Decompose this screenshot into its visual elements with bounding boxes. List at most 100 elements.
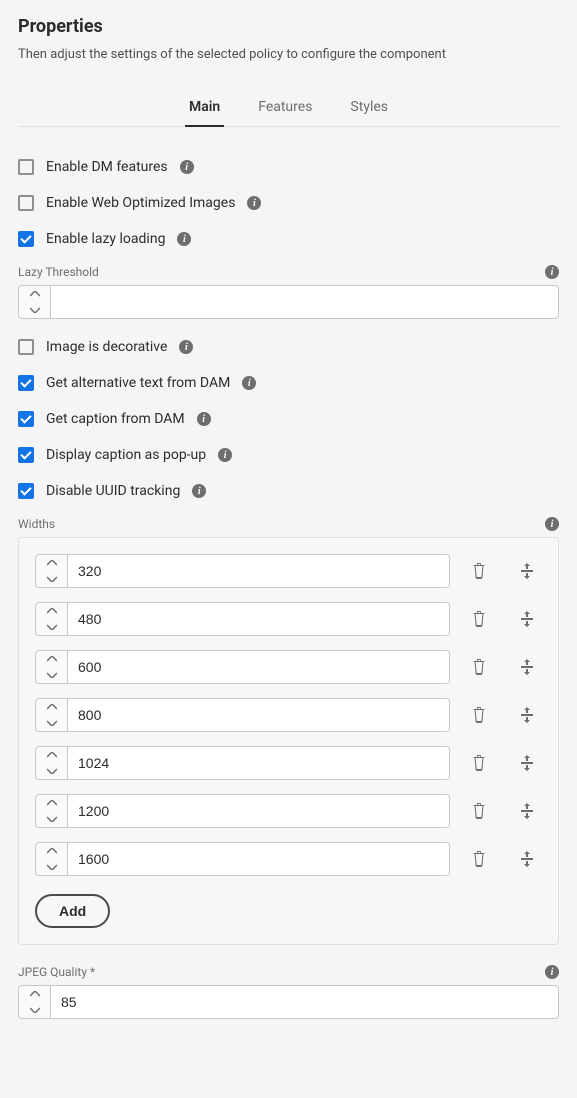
delete-button[interactable]: [470, 754, 488, 772]
stepper-up-button[interactable]: [36, 603, 67, 619]
jpeg-quality-input[interactable]: [50, 985, 559, 1019]
info-icon[interactable]: i: [197, 412, 211, 426]
reorder-button[interactable]: [518, 562, 536, 580]
info-icon[interactable]: i: [545, 517, 559, 531]
tab-main[interactable]: Main: [185, 91, 224, 127]
chevron-up-icon: [47, 656, 57, 662]
info-icon[interactable]: i: [177, 232, 191, 246]
stepper-up-button[interactable]: [36, 651, 67, 667]
widths-label: Widths: [18, 517, 55, 531]
stepper-down-button[interactable]: [36, 667, 67, 683]
width-stepper: [35, 554, 450, 588]
stepper-buttons: [35, 650, 67, 684]
chevron-up-icon: [47, 704, 57, 710]
stepper-down-button[interactable]: [36, 619, 67, 635]
checkbox-enable-lazy[interactable]: [18, 231, 34, 247]
stepper-down-button[interactable]: [36, 859, 67, 875]
delete-button[interactable]: [470, 562, 488, 580]
stepper-down-button[interactable]: [36, 571, 67, 587]
reorder-button[interactable]: [518, 658, 536, 676]
width-input[interactable]: [67, 554, 450, 588]
width-input[interactable]: [67, 794, 450, 828]
add-button[interactable]: Add: [35, 894, 110, 928]
stepper-up-button[interactable]: [36, 843, 67, 859]
reorder-button[interactable]: [518, 850, 536, 868]
jpeg-quality-label-row: JPEG Quality * i: [18, 965, 559, 979]
chevron-down-icon: [47, 624, 57, 630]
lazy-threshold-input[interactable]: [50, 285, 559, 319]
width-input[interactable]: [67, 746, 450, 780]
checkbox-enable-dm[interactable]: [18, 159, 34, 175]
delete-button[interactable]: [470, 610, 488, 628]
stepper-down-button[interactable]: [36, 763, 67, 779]
width-row: [35, 746, 542, 780]
chevron-down-icon: [47, 816, 57, 822]
checkbox-caption-from-dam[interactable]: [18, 411, 34, 427]
stepper-up-button[interactable]: [36, 747, 67, 763]
reorder-button[interactable]: [518, 610, 536, 628]
stepper-up-button[interactable]: [36, 699, 67, 715]
checkbox-disable-uuid[interactable]: [18, 483, 34, 499]
width-stepper: [35, 842, 450, 876]
chevron-down-icon: [30, 1007, 40, 1013]
delete-button[interactable]: [470, 658, 488, 676]
info-icon[interactable]: i: [247, 196, 261, 210]
stepper-down-button[interactable]: [19, 1002, 50, 1018]
chevron-up-icon: [47, 560, 57, 566]
width-row: [35, 650, 542, 684]
delete-button[interactable]: [470, 802, 488, 820]
width-stepper: [35, 698, 450, 732]
checkbox-caption-popup[interactable]: [18, 447, 34, 463]
tab-features[interactable]: Features: [254, 91, 316, 127]
stepper-down-button[interactable]: [36, 811, 67, 827]
checkbox-alt-from-dam[interactable]: [18, 375, 34, 391]
row-actions: [470, 658, 542, 676]
label-enable-web-opt: Enable Web Optimized Images: [46, 195, 235, 211]
width-input[interactable]: [67, 698, 450, 732]
label-enable-dm: Enable DM features: [46, 159, 168, 175]
width-input[interactable]: [67, 842, 450, 876]
stepper-up-button[interactable]: [36, 795, 67, 811]
reorder-button[interactable]: [518, 802, 536, 820]
label-alt-from-dam: Get alternative text from DAM: [46, 375, 230, 391]
row-enable-lazy: Enable lazy loading i: [18, 221, 559, 257]
stepper-down-button[interactable]: [19, 302, 50, 318]
width-stepper: [35, 794, 450, 828]
checkbox-decorative[interactable]: [18, 339, 34, 355]
reorder-button[interactable]: [518, 706, 536, 724]
widths-label-row: Widths i: [18, 517, 559, 531]
chevron-down-icon: [30, 307, 40, 313]
stepper-buttons: [35, 698, 67, 732]
delete-button[interactable]: [470, 850, 488, 868]
info-icon[interactable]: i: [180, 160, 194, 174]
chevron-down-icon: [47, 672, 57, 678]
stepper-down-button[interactable]: [36, 715, 67, 731]
info-icon[interactable]: i: [192, 484, 206, 498]
width-row: [35, 602, 542, 636]
row-actions: [470, 802, 542, 820]
width-input[interactable]: [67, 650, 450, 684]
label-caption-from-dam: Get caption from DAM: [46, 411, 185, 427]
checkbox-enable-web-opt[interactable]: [18, 195, 34, 211]
tabs: Main Features Styles: [18, 90, 559, 127]
reorder-icon: [518, 802, 536, 820]
info-icon[interactable]: i: [545, 965, 559, 979]
width-input[interactable]: [67, 602, 450, 636]
stepper-buttons: [35, 746, 67, 780]
stepper-up-button[interactable]: [19, 286, 50, 302]
trash-icon: [470, 658, 488, 676]
info-icon[interactable]: i: [218, 448, 232, 462]
width-row: [35, 842, 542, 876]
chevron-up-icon: [30, 291, 40, 297]
info-icon[interactable]: i: [179, 340, 193, 354]
info-icon[interactable]: i: [545, 265, 559, 279]
reorder-button[interactable]: [518, 754, 536, 772]
trash-icon: [470, 754, 488, 772]
reorder-icon: [518, 850, 536, 868]
stepper-up-button[interactable]: [36, 555, 67, 571]
delete-button[interactable]: [470, 706, 488, 724]
info-icon[interactable]: i: [242, 376, 256, 390]
row-caption-from-dam: Get caption from DAM i: [18, 401, 559, 437]
stepper-up-button[interactable]: [19, 986, 50, 1002]
tab-styles[interactable]: Styles: [346, 91, 392, 127]
